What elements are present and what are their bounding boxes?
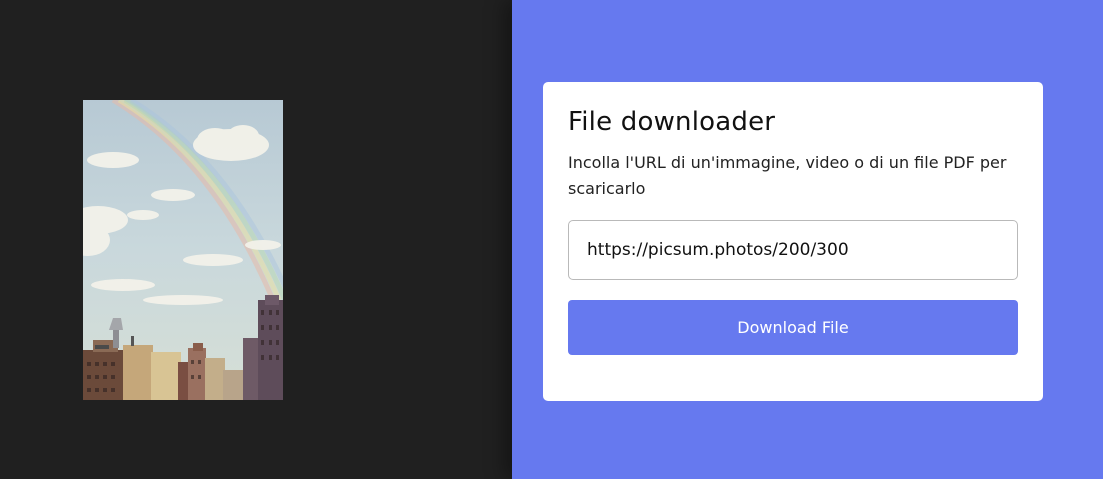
download-file-button[interactable]: Download File <box>568 300 1018 355</box>
card-description: Incolla l'URL di un'immagine, video o di… <box>568 153 1007 198</box>
card-title: File downloader <box>568 107 776 137</box>
url-input[interactable] <box>568 220 1018 280</box>
downloader-panel: File downloader Incolla l'URL di un'imma… <box>512 0 1103 479</box>
preview-panel <box>0 0 512 479</box>
downloader-card: File downloader Incolla l'URL di un'imma… <box>543 82 1043 401</box>
preview-image <box>83 100 283 400</box>
page: File downloader Incolla l'URL di un'imma… <box>0 0 1103 479</box>
